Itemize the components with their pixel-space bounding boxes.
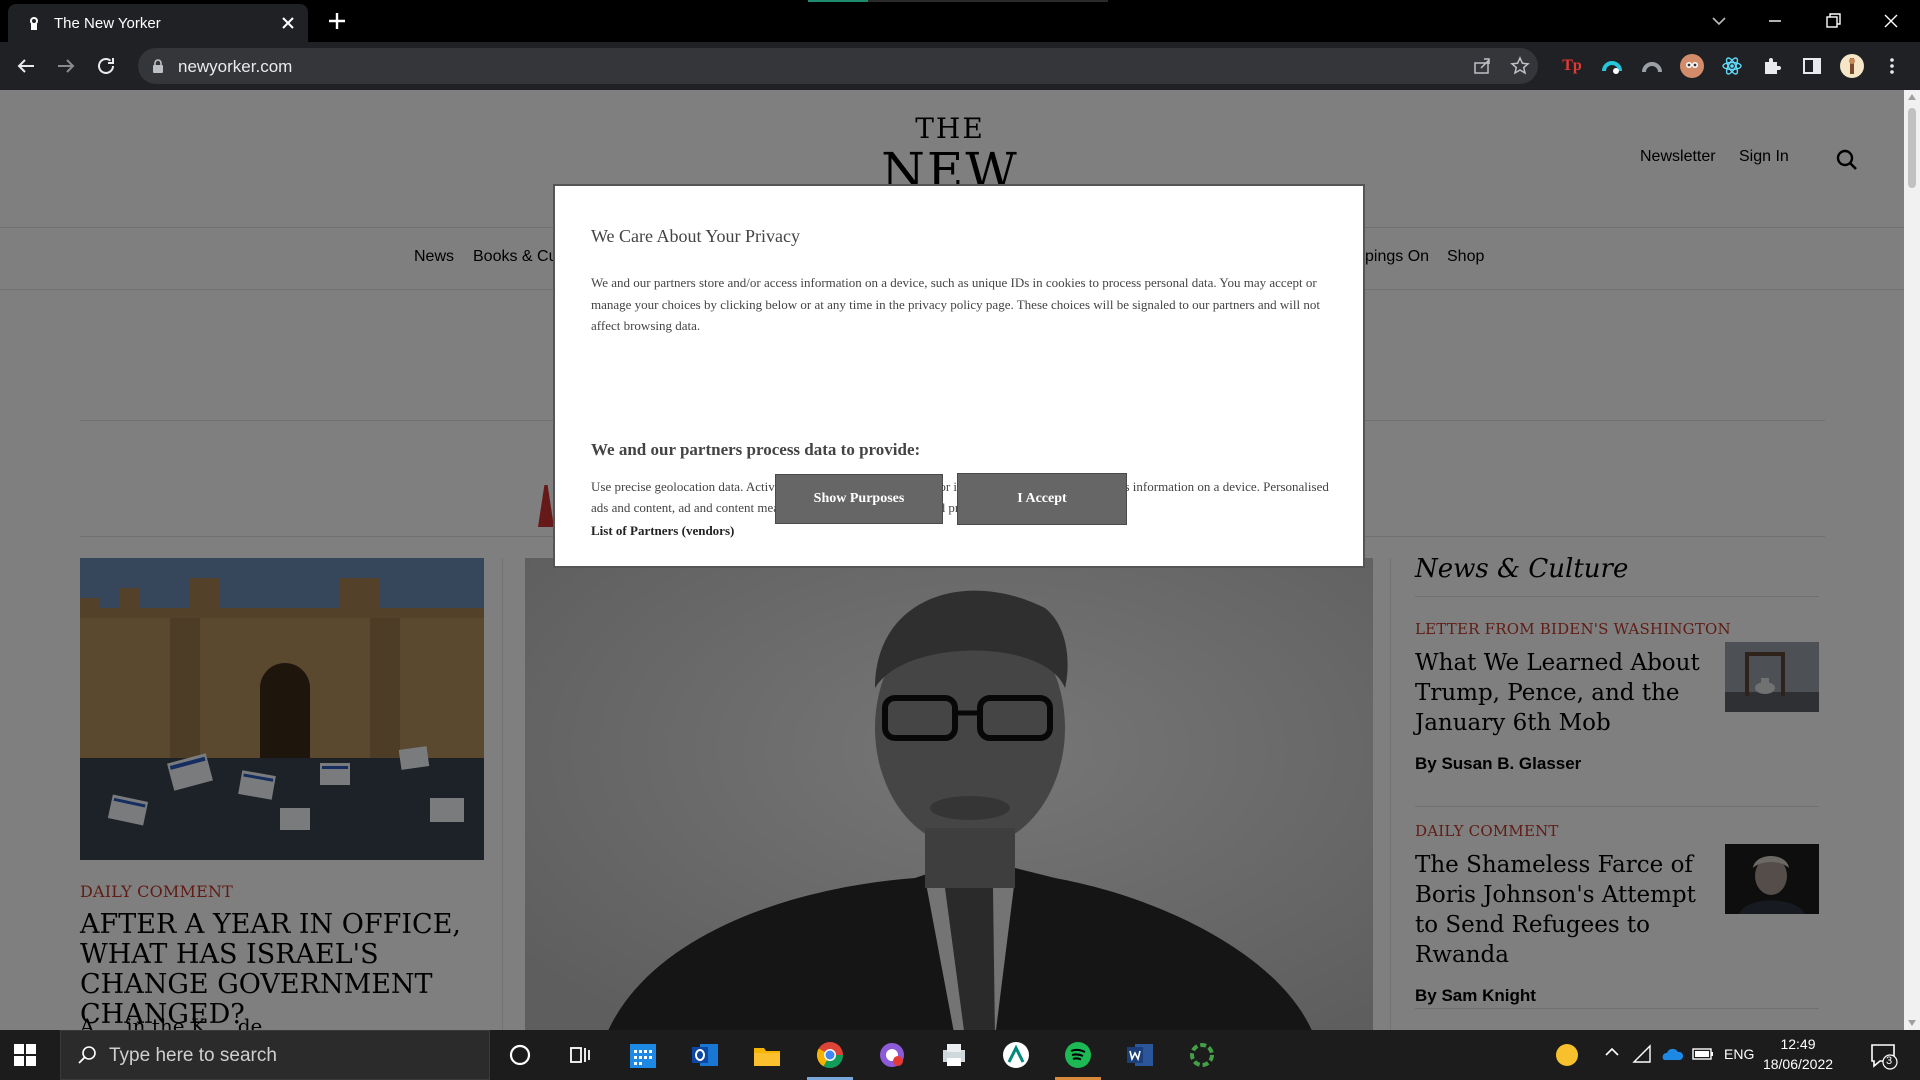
calendar-app-icon[interactable] bbox=[628, 1040, 658, 1070]
web-page: THE NEW YORKER Newsletter Sign In News B… bbox=[0, 90, 1904, 1030]
clock-date: 18/06/2022 bbox=[1762, 1056, 1834, 1072]
reload-icon[interactable] bbox=[94, 54, 118, 78]
word-icon[interactable] bbox=[1125, 1040, 1155, 1070]
language-indicator[interactable]: ENG bbox=[1724, 1046, 1754, 1062]
profile-avatar[interactable] bbox=[1840, 54, 1864, 78]
extensions-puzzle-icon[interactable] bbox=[1760, 54, 1784, 78]
extension-face-icon[interactable] bbox=[1680, 54, 1704, 78]
consent-body: We and our partners store and/or access … bbox=[591, 275, 1320, 333]
chrome-icon[interactable] bbox=[815, 1040, 845, 1070]
arc-app-icon[interactable] bbox=[1001, 1040, 1031, 1070]
scroll-down-arrow-icon[interactable] bbox=[1908, 1020, 1916, 1026]
system-clock[interactable]: 12:49 18/06/2022 bbox=[1758, 1034, 1838, 1074]
windows-taskbar: Type here to search ENG 12:49 18/06/2022… bbox=[0, 1030, 1920, 1080]
browser-toolbar: newyorker.com bbox=[0, 42, 1920, 90]
onedrive-cloud-icon[interactable] bbox=[1660, 1044, 1684, 1064]
close-window-icon[interactable] bbox=[1878, 8, 1904, 34]
taskbar-search-box[interactable]: Type here to search bbox=[60, 1030, 490, 1080]
consent-subtitle: We and our partners process data to prov… bbox=[591, 440, 921, 459]
scrollbar-thumb[interactable] bbox=[1908, 108, 1916, 188]
accept-button[interactable]: I Accept bbox=[957, 473, 1127, 525]
search-placeholder: Type here to search bbox=[109, 1045, 277, 1066]
wifi-icon[interactable] bbox=[1632, 1044, 1652, 1064]
notifications-icon[interactable] bbox=[1868, 1040, 1898, 1070]
file-explorer-icon[interactable] bbox=[752, 1040, 782, 1070]
tab-search-chevron-icon[interactable] bbox=[1706, 8, 1732, 34]
green-ring-app-icon[interactable] bbox=[1187, 1040, 1217, 1070]
printer-app-icon[interactable] bbox=[939, 1040, 969, 1070]
forward-arrow-icon[interactable] bbox=[54, 54, 78, 78]
messenger-app-icon[interactable] bbox=[877, 1040, 907, 1070]
extension-teal-icon[interactable] bbox=[1600, 54, 1624, 78]
tab-strip: The New Yorker bbox=[0, 0, 1920, 42]
minimize-icon[interactable] bbox=[1762, 8, 1788, 34]
search-icon bbox=[77, 1045, 97, 1065]
clock-time: 12:49 bbox=[1780, 1036, 1816, 1052]
battery-icon[interactable] bbox=[1692, 1044, 1714, 1064]
bookmark-star-icon[interactable] bbox=[1510, 56, 1530, 76]
scroll-up-arrow-icon[interactable] bbox=[1908, 94, 1916, 100]
url-text[interactable]: newyorker.com bbox=[178, 57, 292, 77]
page-scrollbar[interactable] bbox=[1904, 90, 1920, 1030]
show-purposes-button[interactable]: Show Purposes bbox=[775, 474, 943, 524]
side-panel-icon[interactable] bbox=[1800, 54, 1824, 78]
lock-icon[interactable] bbox=[150, 58, 166, 74]
task-view-icon[interactable] bbox=[565, 1040, 595, 1070]
react-devtools-icon[interactable] bbox=[1720, 54, 1744, 78]
show-hidden-icons-chevron-icon[interactable] bbox=[1602, 1042, 1622, 1062]
back-arrow-icon[interactable] bbox=[14, 54, 38, 78]
partners-list-link[interactable]: List of Partners (vendors) bbox=[591, 523, 734, 539]
notifications-count: 3 bbox=[1886, 1055, 1893, 1067]
new-tab-icon[interactable] bbox=[326, 10, 348, 32]
consent-title: We Care About Your Privacy bbox=[591, 226, 801, 246]
spotify-icon[interactable] bbox=[1063, 1040, 1093, 1070]
cortana-icon[interactable] bbox=[505, 1040, 535, 1070]
weather-sun-icon[interactable] bbox=[1552, 1040, 1582, 1070]
tab-title: The New Yorker bbox=[54, 15, 161, 32]
restore-icon[interactable] bbox=[1820, 8, 1846, 34]
new-yorker-favicon-icon bbox=[26, 15, 42, 31]
windows-start-icon[interactable] bbox=[14, 1044, 36, 1066]
browser-tab[interactable]: The New Yorker bbox=[8, 4, 308, 42]
loading-indicator bbox=[808, 0, 1108, 2]
share-icon[interactable] bbox=[1472, 56, 1492, 76]
outlook-icon[interactable] bbox=[690, 1040, 720, 1070]
tab-close-icon[interactable] bbox=[280, 15, 296, 31]
address-bar[interactable]: newyorker.com bbox=[138, 48, 1538, 84]
extension-arc-icon[interactable] bbox=[1640, 54, 1664, 78]
tp-extension-icon[interactable]: Tp bbox=[1560, 54, 1584, 78]
chrome-menu-icon[interactable] bbox=[1880, 54, 1904, 78]
